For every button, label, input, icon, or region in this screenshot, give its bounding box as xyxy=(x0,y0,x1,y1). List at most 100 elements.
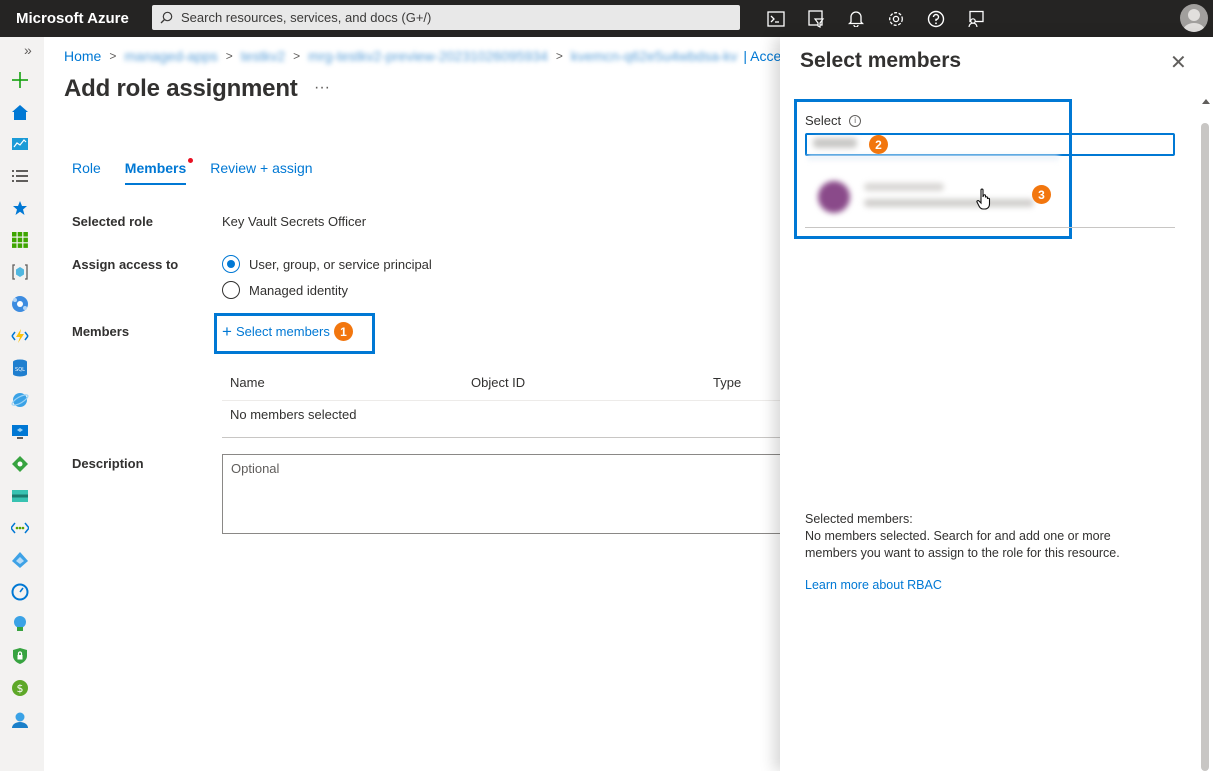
info-icon[interactable]: i xyxy=(849,114,862,127)
hand-cursor-icon xyxy=(976,188,991,210)
resource-groups-icon[interactable] xyxy=(10,262,30,282)
breadcrumb-separator: > xyxy=(225,49,233,63)
breadcrumb-item[interactable]: managed-apps xyxy=(124,48,217,64)
scroll-up-icon[interactable] xyxy=(1202,99,1210,104)
learn-more-rbac-link[interactable]: Learn more about RBAC xyxy=(805,578,942,592)
search-placeholder: Search resources, services, and docs (G+… xyxy=(181,10,432,25)
monitor-icon[interactable] xyxy=(10,582,30,602)
member-search-input[interactable] xyxy=(805,133,1175,156)
search-icon xyxy=(160,11,173,24)
svg-text:$: $ xyxy=(17,682,24,695)
more-options-icon[interactable]: ··· xyxy=(314,79,330,97)
description-placeholder: Optional xyxy=(231,461,280,476)
table-divider xyxy=(222,437,780,438)
scroll-thumb[interactable] xyxy=(1201,123,1209,771)
brand-logo[interactable]: Microsoft Azure xyxy=(0,10,152,27)
dashboard-icon[interactable] xyxy=(10,134,30,154)
breadcrumb-separator: > xyxy=(109,49,117,63)
top-icons xyxy=(756,0,996,37)
radio-unselected-icon xyxy=(222,281,240,299)
dropdown-shadow xyxy=(807,155,1059,163)
tab-members[interactable]: Members xyxy=(124,158,194,185)
breadcrumb-item[interactable]: kvemcn-q62e5u4wbdsa-kv xyxy=(571,48,738,64)
function-apps-icon[interactable] xyxy=(10,326,30,346)
selected-role-label: Selected role xyxy=(72,214,153,229)
redacted-search-text xyxy=(813,138,857,148)
tab-bar: Role Members Review + assign xyxy=(72,158,337,185)
azure-ad-icon[interactable] xyxy=(10,550,30,570)
expand-menu-icon[interactable]: » xyxy=(24,42,32,58)
description-label: Description xyxy=(72,456,144,471)
all-resources-icon[interactable] xyxy=(10,230,30,250)
column-header-object-id[interactable]: Object ID xyxy=(471,375,525,390)
select-label: Select i xyxy=(805,113,862,128)
settings-icon[interactable] xyxy=(876,0,916,37)
selected-members-text: No members selected. Search for and add … xyxy=(805,529,1120,560)
result-avatar xyxy=(818,181,850,213)
sql-databases-icon[interactable]: SQL xyxy=(10,358,30,378)
breadcrumb-item[interactable]: testkv2 xyxy=(241,48,285,64)
radio-label: User, group, or service principal xyxy=(249,256,432,272)
cosmos-db-icon[interactable] xyxy=(10,390,30,410)
radio-label: Managed identity xyxy=(249,282,349,298)
all-services-icon[interactable] xyxy=(10,166,30,186)
required-indicator xyxy=(188,158,194,163)
radio-user-group-sp[interactable]: User, group, or service principal xyxy=(222,255,432,273)
members-table-header: Name Object ID Type xyxy=(222,368,780,401)
virtual-machines-icon[interactable] xyxy=(10,422,30,442)
radio-managed-identity[interactable]: Managed identity xyxy=(222,281,348,299)
left-navigation: » SQL $ xyxy=(0,37,44,771)
help-support-icon[interactable] xyxy=(10,710,30,730)
step-badge-2: 2 xyxy=(869,135,888,154)
selected-members-heading: Selected members: xyxy=(805,512,913,526)
virtual-networks-icon[interactable] xyxy=(10,518,30,538)
select-members-panel: Select members ✕ Select i 2 3 Selected m… xyxy=(780,37,1213,771)
search-result-item[interactable] xyxy=(818,177,1048,219)
step-badge-3: 3 xyxy=(1032,185,1051,204)
radio-selected-icon xyxy=(222,255,240,273)
storage-accounts-icon[interactable] xyxy=(10,486,30,506)
global-search-input[interactable]: Search resources, services, and docs (G+… xyxy=(152,5,740,30)
notifications-icon[interactable] xyxy=(836,0,876,37)
column-header-type[interactable]: Type xyxy=(713,375,741,390)
account-avatar[interactable] xyxy=(1180,4,1208,32)
breadcrumb-separator: > xyxy=(293,49,301,63)
select-members-link[interactable]: + Select members xyxy=(222,323,330,340)
breadcrumb-item[interactable]: mrg-testkv2-preview-20231026095934 xyxy=(308,48,548,64)
select-members-label: Select members xyxy=(235,324,330,339)
create-resource-icon[interactable] xyxy=(10,70,30,90)
tab-members-label: Members xyxy=(124,160,187,176)
redacted-result-name xyxy=(864,183,944,191)
selected-role-value: Key Vault Secrets Officer xyxy=(222,214,367,229)
home-icon[interactable] xyxy=(10,102,30,122)
plus-icon: + xyxy=(222,322,232,341)
breadcrumb-separator: > xyxy=(555,49,563,63)
top-bar: Microsoft Azure Search resources, servic… xyxy=(0,0,1213,37)
table-empty-message: No members selected xyxy=(230,407,357,422)
security-center-icon[interactable] xyxy=(10,646,30,666)
help-icon[interactable] xyxy=(916,0,956,37)
panel-divider xyxy=(805,227,1175,228)
breadcrumb-home[interactable]: Home xyxy=(64,48,101,64)
select-label-text: Select xyxy=(805,113,842,128)
panel-title: Select members xyxy=(800,49,962,72)
favorites-icon[interactable] xyxy=(10,198,30,218)
column-header-name[interactable]: Name xyxy=(230,375,265,390)
tab-review-assign[interactable]: Review + assign xyxy=(210,160,312,185)
assign-access-label: Assign access to xyxy=(72,257,179,272)
advisor-icon[interactable] xyxy=(10,614,30,634)
directory-filter-icon[interactable] xyxy=(796,0,836,37)
main-content: Home > managed-apps > testkv2 > mrg-test… xyxy=(44,37,788,771)
feedback-icon[interactable] xyxy=(956,0,996,37)
selected-members-summary: Selected members: No members selected. S… xyxy=(805,511,1165,562)
close-icon[interactable]: ✕ xyxy=(1170,50,1187,75)
terminal-icon[interactable] xyxy=(756,0,796,37)
app-services-icon[interactable] xyxy=(10,294,30,314)
cost-management-icon[interactable]: $ xyxy=(10,678,30,698)
page-title: Add role assignment xyxy=(64,75,298,102)
tab-role[interactable]: Role xyxy=(72,160,101,185)
panel-scrollbar[interactable] xyxy=(1199,99,1213,771)
breadcrumb: Home > managed-apps > testkv2 > mrg-test… xyxy=(64,48,788,64)
load-balancers-icon[interactable] xyxy=(10,454,30,474)
description-textarea[interactable]: Optional xyxy=(222,454,782,534)
